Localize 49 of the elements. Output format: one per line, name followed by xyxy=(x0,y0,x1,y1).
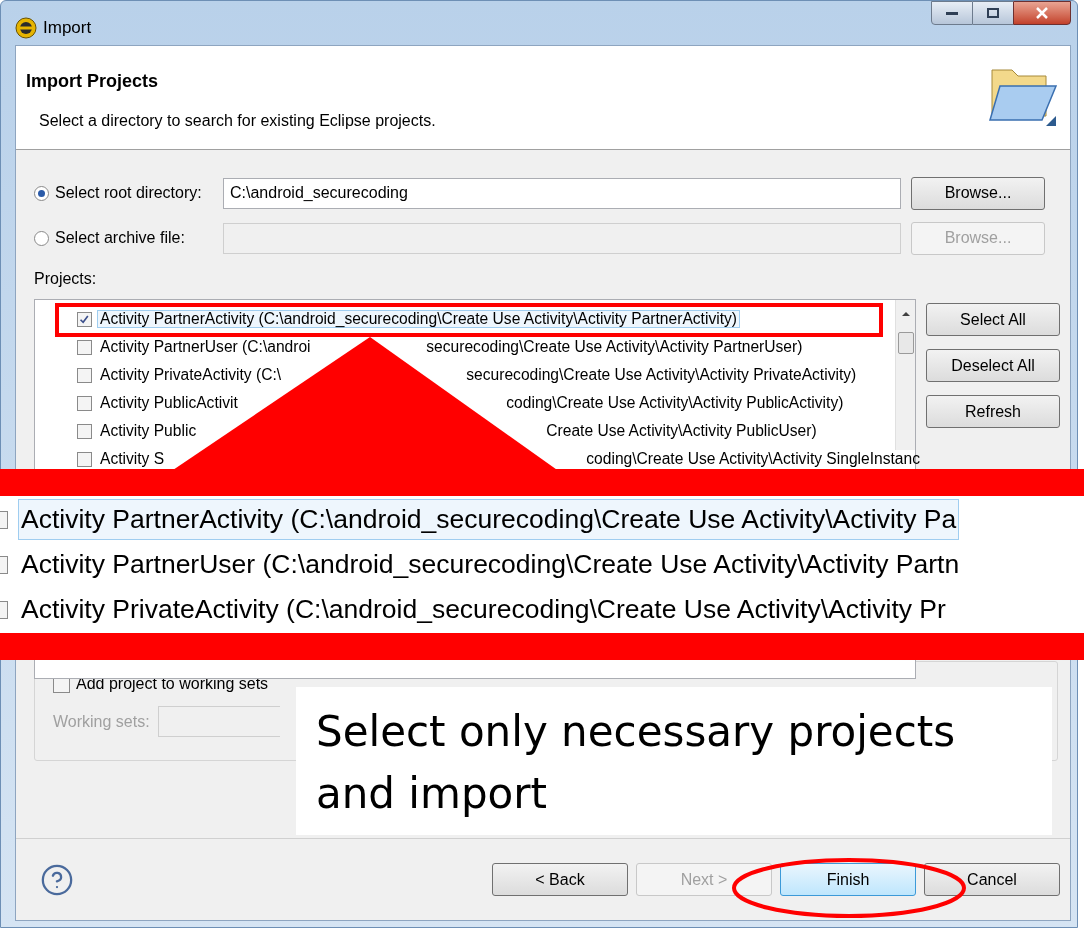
checkbox[interactable] xyxy=(77,395,92,411)
project-item[interactable]: coding\Create Use Activity\Activity SingleInstanc xyxy=(586,451,920,467)
radio-button[interactable] xyxy=(34,185,49,201)
option-label: Select archive file: xyxy=(55,228,186,248)
checkbox[interactable] xyxy=(77,423,92,439)
list-action-button[interactable]: Deselect All xyxy=(926,349,1060,382)
radio-button[interactable] xyxy=(34,230,49,246)
window-title: Import xyxy=(43,17,92,39)
project-item[interactable]: Activity PartnerUser (C:\androi xyxy=(97,338,314,356)
footer-button[interactable]: Cancel xyxy=(924,863,1060,896)
project-item[interactable]: coding\Create Use Activity\Activity PublicActivity) xyxy=(506,395,844,411)
project-item[interactable]: Activity PartnerActivity (C:\android_securecoding\Create Use Activity\Activity PartnerActivity) xyxy=(97,310,740,328)
list-action-button[interactable]: Select All xyxy=(926,303,1060,336)
working-sets-field[interactable] xyxy=(157,706,280,737)
checkbox[interactable] xyxy=(77,451,92,467)
footer-button[interactable]: Finish xyxy=(780,863,916,896)
project-item[interactable]: Activity PublicActivit xyxy=(97,394,241,412)
checkbox[interactable] xyxy=(77,339,92,355)
app-icon xyxy=(15,16,37,39)
scrollbar[interactable] xyxy=(895,300,915,450)
magnified-project-item: Activity PartnerActivity (C:\android_securecoding\Create Use Activity\Activity Pa xyxy=(18,498,960,541)
magnified-project-item: Activity PrivateActivity (C:\android_securecoding\Create Use Activity\Activity Pr xyxy=(20,592,947,626)
close-button[interactable] xyxy=(1013,1,1071,25)
project-item[interactable]: Activity Public xyxy=(97,422,200,440)
project-item[interactable]: securecoding\Create Use Activity\Activity PrivateActivity) xyxy=(466,367,857,383)
project-item[interactable]: Activity PrivateActivity (C:\ xyxy=(97,366,285,384)
scroll-thumb[interactable] xyxy=(897,332,914,354)
page-title: Import Projects xyxy=(26,70,160,93)
magnified-project-item: Activity PartnerUser (C:\android_securecoding\Create Use Activity\Activity Partn xyxy=(20,547,961,581)
maximize-button[interactable] xyxy=(973,1,1013,25)
callout-text: Select only necessary projects and import xyxy=(316,707,956,818)
working-sets-label: Working sets: xyxy=(53,711,150,732)
project-item[interactable]: Activity S xyxy=(97,450,168,468)
checkbox[interactable] xyxy=(77,311,92,327)
projects-label: Projects: xyxy=(34,269,98,289)
checkbox[interactable] xyxy=(77,367,92,383)
project-item[interactable]: securecoding\Create Use Activity\Activity PartnerUser) xyxy=(426,339,803,355)
directory-field[interactable]: C:\android_securecoding xyxy=(223,177,901,209)
minimize-button[interactable] xyxy=(931,1,973,25)
page-description: Select a directory to search for existing Eclipse projects. xyxy=(39,111,436,131)
option-label: Select root directory: xyxy=(55,183,203,203)
help-icon[interactable] xyxy=(40,862,74,897)
list-action-button[interactable]: Refresh xyxy=(926,395,1060,428)
archive-field[interactable] xyxy=(223,222,901,254)
browse-button[interactable]: Browse... xyxy=(911,176,1045,210)
project-item[interactable]: Create Use Activity\Activity PublicUser) xyxy=(546,423,817,439)
scroll-up-icon[interactable] xyxy=(900,310,911,318)
close-icon xyxy=(1035,7,1049,19)
footer-button[interactable]: < Back xyxy=(492,863,628,896)
